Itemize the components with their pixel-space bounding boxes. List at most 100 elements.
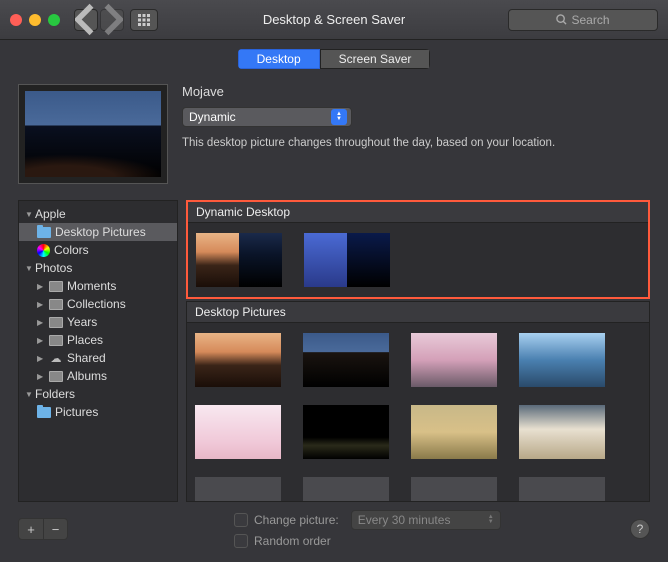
- chevron-right-icon: [37, 300, 45, 309]
- wallpaper-thumb[interactable]: [411, 333, 497, 387]
- search-placeholder: Search: [571, 13, 609, 27]
- wallpaper-thumb[interactable]: [303, 405, 389, 459]
- sidebar-item-label: Moments: [67, 279, 116, 293]
- sidebar-group-apple[interactable]: Apple: [19, 205, 177, 223]
- disclosure-triangle-icon: [25, 390, 33, 399]
- chevron-right-icon: [37, 372, 45, 381]
- color-wheel-icon: [37, 244, 50, 257]
- wallpaper-thumb[interactable]: [411, 477, 497, 501]
- wallpaper-mode-value: Dynamic: [189, 110, 236, 124]
- random-order-label: Random order: [254, 534, 331, 548]
- sidebar-item-label: Desktop Pictures: [55, 225, 146, 239]
- random-order-row: Random order: [234, 534, 501, 548]
- sidebar-item-places[interactable]: Places: [19, 331, 177, 349]
- wallpaper-name: Mojave: [182, 84, 650, 99]
- window-controls: [10, 14, 60, 26]
- photos-icon: [49, 281, 63, 292]
- change-picture-checkbox[interactable]: [234, 513, 248, 527]
- tab-group: Desktop Screen Saver: [238, 49, 431, 69]
- wallpaper-thumb-mojave-dynamic[interactable]: [196, 233, 282, 287]
- wallpaper-thumb[interactable]: [519, 477, 605, 501]
- preferences-window: Desktop & Screen Saver Search Desktop Sc…: [0, 0, 668, 562]
- section-header: Dynamic Desktop: [188, 202, 648, 223]
- current-wallpaper-panel: Mojave Dynamic ▲▼ This desktop picture c…: [0, 78, 668, 200]
- wallpaper-description: This desktop picture changes throughout …: [182, 137, 650, 149]
- sidebar-item-desktop-pictures[interactable]: Desktop Pictures: [19, 223, 177, 241]
- sidebar-group-folders[interactable]: Folders: [19, 385, 177, 403]
- dynamic-night-half: [239, 233, 282, 287]
- sidebar-group-label: Photos: [35, 261, 72, 275]
- sidebar-item-albums[interactable]: Albums: [19, 367, 177, 385]
- sidebar-item-years[interactable]: Years: [19, 313, 177, 331]
- wallpaper-thumb[interactable]: [195, 333, 281, 387]
- close-button[interactable]: [10, 14, 22, 26]
- sidebar-item-collections[interactable]: Collections: [19, 295, 177, 313]
- folder-icon: [37, 407, 51, 418]
- tab-desktop[interactable]: Desktop: [238, 49, 320, 69]
- section-desktop-pictures: Desktop Pictures: [186, 301, 650, 502]
- sidebar-group-label: Apple: [35, 207, 66, 221]
- chevron-right-icon: [37, 282, 45, 291]
- help-button[interactable]: ?: [630, 519, 650, 539]
- tab-screensaver[interactable]: Screen Saver: [320, 49, 431, 69]
- sidebar-item-moments[interactable]: Moments: [19, 277, 177, 295]
- wallpaper-thumb[interactable]: [411, 405, 497, 459]
- photos-icon: [49, 299, 63, 310]
- wallpaper-thumb-solar-dynamic[interactable]: [304, 233, 390, 287]
- search-icon: [556, 14, 567, 25]
- sidebar-group-photos[interactable]: Photos: [19, 259, 177, 277]
- random-order-checkbox[interactable]: [234, 534, 248, 548]
- select-arrows-icon: ▲▼: [331, 109, 347, 125]
- sidebar-item-label: Collections: [67, 297, 126, 311]
- sidebar-item-shared[interactable]: ☁ Shared: [19, 349, 177, 367]
- titlebar: Desktop & Screen Saver Search: [0, 0, 668, 40]
- dynamic-day-half: [304, 233, 347, 287]
- photos-icon: [49, 371, 63, 382]
- show-all-button[interactable]: [130, 9, 158, 31]
- sidebar-item-label: Colors: [54, 243, 89, 257]
- footer: + − Change picture: Every 30 minutes ▲▼ …: [0, 502, 668, 562]
- nav-buttons: [74, 9, 124, 31]
- picture-thumbs: [187, 323, 649, 501]
- wallpaper-thumb[interactable]: [195, 477, 281, 501]
- source-sidebar[interactable]: Apple Desktop Pictures Colors Photos Mom…: [18, 200, 178, 502]
- wallpaper-thumb[interactable]: [303, 477, 389, 501]
- chevron-right-icon: [37, 336, 45, 345]
- section-dynamic-desktop: Dynamic Desktop: [186, 200, 650, 299]
- photos-icon: [49, 335, 63, 346]
- forward-button[interactable]: [100, 9, 124, 31]
- wallpaper-thumb[interactable]: [195, 405, 281, 459]
- change-interval-select[interactable]: Every 30 minutes ▲▼: [351, 510, 501, 530]
- dynamic-day-half: [196, 233, 239, 287]
- search-field[interactable]: Search: [508, 9, 658, 31]
- wallpaper-mode-select[interactable]: Dynamic ▲▼: [182, 107, 352, 127]
- tabs-row: Desktop Screen Saver: [0, 40, 668, 78]
- footer-options: Change picture: Every 30 minutes ▲▼ Rand…: [234, 510, 501, 548]
- add-remove-buttons: + −: [18, 518, 68, 540]
- sidebar-item-label: Pictures: [55, 405, 98, 419]
- wallpaper-content: Dynamic Desktop Desktop Pictures: [186, 200, 650, 502]
- zoom-button[interactable]: [48, 14, 60, 26]
- sidebar-item-label: Years: [67, 315, 97, 329]
- sidebar-item-label: Places: [67, 333, 103, 347]
- sidebar-group-label: Folders: [35, 387, 75, 401]
- wallpaper-info: Mojave Dynamic ▲▼ This desktop picture c…: [182, 84, 650, 184]
- change-interval-value: Every 30 minutes: [358, 513, 451, 527]
- sidebar-item-label: Shared: [67, 351, 106, 365]
- sidebar-item-pictures-folder[interactable]: Pictures: [19, 403, 177, 421]
- add-folder-button[interactable]: +: [19, 519, 43, 539]
- dynamic-night-half: [347, 233, 390, 287]
- minimize-button[interactable]: [29, 14, 41, 26]
- cloud-icon: ☁: [49, 353, 63, 364]
- wallpaper-thumb[interactable]: [303, 333, 389, 387]
- disclosure-triangle-icon: [25, 264, 33, 273]
- remove-folder-button[interactable]: −: [43, 519, 67, 539]
- folder-icon: [37, 227, 51, 238]
- select-arrows-icon: ▲▼: [488, 515, 494, 525]
- change-picture-row: Change picture: Every 30 minutes ▲▼: [234, 510, 501, 530]
- back-button[interactable]: [74, 9, 98, 31]
- photos-icon: [49, 317, 63, 328]
- wallpaper-thumb[interactable]: [519, 405, 605, 459]
- sidebar-item-colors[interactable]: Colors: [19, 241, 177, 259]
- wallpaper-thumb[interactable]: [519, 333, 605, 387]
